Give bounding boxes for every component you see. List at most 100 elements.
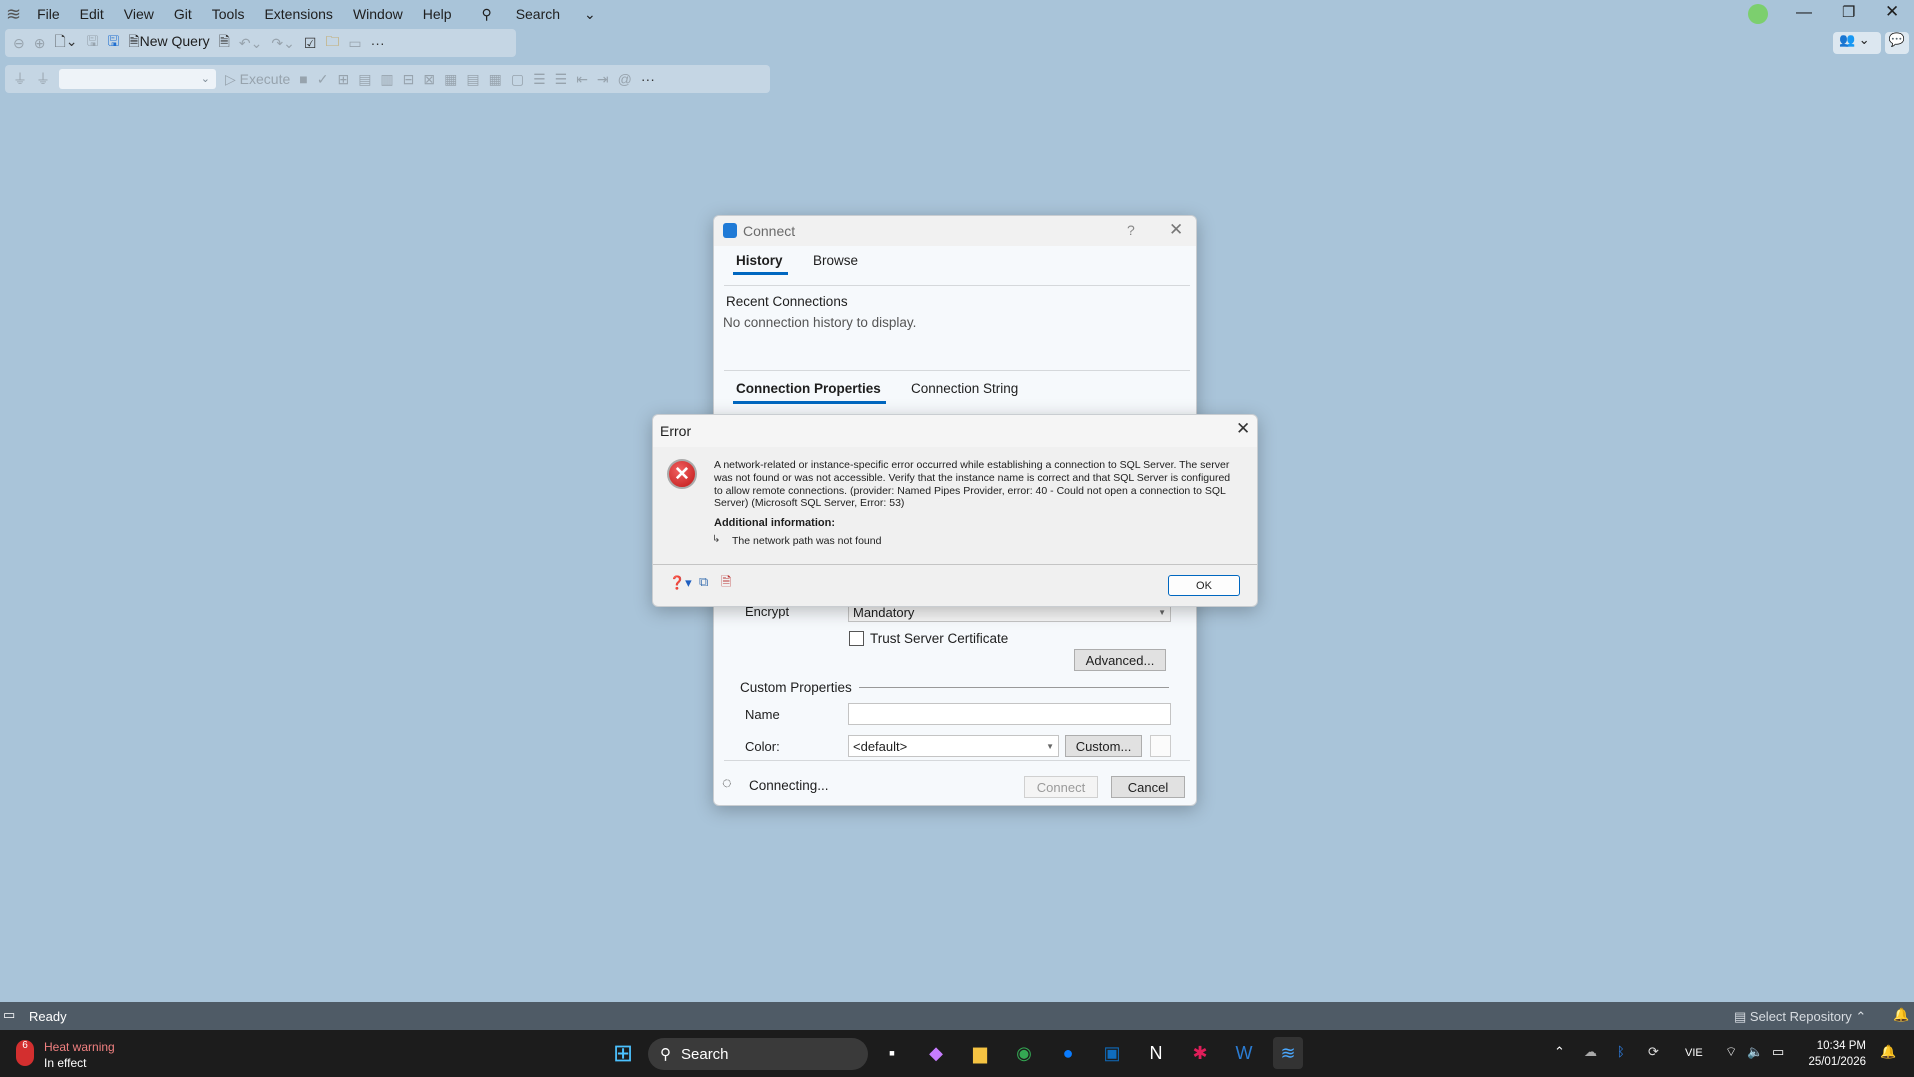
- additional-info-title: Additional information:: [714, 517, 835, 529]
- connect-title: Connect: [743, 223, 796, 239]
- volume-icon[interactable]: 🔈: [1747, 1044, 1763, 1060]
- slack-icon[interactable]: ✱: [1185, 1037, 1215, 1069]
- spinner-icon: ◌: [722, 775, 732, 792]
- notification-bell-icon[interactable]: 🔔: [1893, 1007, 1909, 1023]
- redo-icon[interactable]: ↷⌄: [271, 35, 294, 52]
- results-file-icon[interactable]: ▢: [511, 71, 524, 88]
- outlook-icon[interactable]: ▣: [1097, 1037, 1127, 1069]
- name-input[interactable]: [848, 703, 1171, 725]
- uncomment-icon[interactable]: ☰: [555, 71, 568, 88]
- trust-label[interactable]: Trust Server Certificate: [870, 631, 1008, 646]
- error-title: Error: [660, 423, 692, 439]
- menu-extensions[interactable]: Extensions: [254, 6, 342, 22]
- new-query-button[interactable]: 🗎New Query: [128, 31, 209, 55]
- tab-history[interactable]: History: [736, 253, 783, 268]
- tab-connection-string[interactable]: Connection String: [911, 381, 1018, 396]
- technical-details-icon[interactable]: 🗎: [721, 573, 731, 595]
- menu-help[interactable]: Help: [413, 6, 462, 22]
- more-icon[interactable]: ···: [371, 35, 385, 51]
- copilot-app-icon[interactable]: ◆: [921, 1037, 951, 1069]
- minimize-button[interactable]: —: [1796, 4, 1812, 22]
- forward-icon[interactable]: ⊕: [34, 35, 46, 52]
- outdent-icon[interactable]: ⇤: [576, 71, 588, 88]
- indent-icon[interactable]: ⇥: [597, 71, 609, 88]
- database-select[interactable]: ⌄: [59, 69, 216, 89]
- language-indicator[interactable]: VIE: [1685, 1047, 1703, 1059]
- new-file-icon[interactable]: 🗋⌄: [54, 31, 77, 55]
- sync-icon[interactable]: ⟳: [1648, 1044, 1659, 1060]
- app-logo-icon: ≋: [6, 3, 22, 24]
- client-stats-icon[interactable]: ▦: [444, 71, 457, 88]
- connect-icon[interactable]: ⏚: [13, 69, 27, 89]
- menu-window[interactable]: Window: [343, 6, 413, 22]
- feedback-button[interactable]: 💬: [1885, 32, 1909, 54]
- status-text: Ready: [29, 1009, 67, 1024]
- results-text-icon[interactable]: ▤: [466, 71, 479, 88]
- close-icon[interactable]: ✕: [1236, 419, 1250, 439]
- search-menu[interactable]: ⚲ Search ⌄: [462, 6, 616, 23]
- disconnect-icon[interactable]: ⏚: [36, 69, 50, 89]
- save-icon[interactable]: 🖫: [86, 31, 98, 55]
- live-stats-icon[interactable]: ⊠: [423, 71, 435, 88]
- tab-browse[interactable]: Browse: [813, 253, 858, 268]
- custom-color-button[interactable]: Custom...: [1065, 735, 1142, 757]
- close-window-button[interactable]: ✕: [1885, 2, 1899, 22]
- menu-tools[interactable]: Tools: [202, 6, 255, 22]
- results-grid2-icon[interactable]: ▦: [489, 71, 502, 88]
- close-icon[interactable]: ✕: [1169, 220, 1183, 240]
- zalo-icon[interactable]: ●: [1053, 1037, 1083, 1069]
- connect-button[interactable]: Connect: [1024, 776, 1098, 798]
- help-button[interactable]: ?: [1127, 222, 1135, 238]
- stop-icon[interactable]: ■: [299, 71, 307, 87]
- tray-chevron-icon[interactable]: ⌃: [1554, 1044, 1565, 1060]
- actual-plan-icon[interactable]: ⊟: [403, 71, 415, 88]
- menu-file[interactable]: File: [27, 6, 70, 22]
- help-dropdown-icon[interactable]: ❓▾: [669, 575, 692, 591]
- restore-button[interactable]: ❐: [1842, 3, 1855, 21]
- more-icon[interactable]: ···: [641, 71, 655, 87]
- windows-start-icon[interactable]: ⊞: [608, 1037, 638, 1069]
- copy-icon[interactable]: ⧉: [699, 574, 708, 590]
- tab-connection-properties[interactable]: Connection Properties: [736, 381, 881, 396]
- word-icon[interactable]: W: [1229, 1037, 1259, 1069]
- parse-icon[interactable]: ✓: [317, 71, 329, 88]
- execute-button[interactable]: ▷ Execute: [225, 71, 290, 88]
- plan-icon[interactable]: ⊞: [337, 71, 349, 88]
- results-grid-icon[interactable]: ▥: [380, 71, 393, 88]
- results-icon[interactable]: ▤: [358, 71, 371, 88]
- notion-icon[interactable]: N: [1141, 1037, 1171, 1069]
- template-param-icon[interactable]: @: [618, 71, 632, 87]
- onedrive-icon[interactable]: ☁: [1584, 1044, 1597, 1060]
- weather-widget[interactable]: 6 Heat warning In effect: [14, 1036, 134, 1072]
- file-explorer-icon[interactable]: ▆: [965, 1037, 995, 1069]
- trust-checkbox[interactable]: [849, 631, 864, 646]
- ssms-taskbar-icon[interactable]: ≋: [1273, 1037, 1303, 1069]
- search-label: Search: [515, 5, 561, 22]
- chrome-icon[interactable]: ◉: [1009, 1037, 1039, 1069]
- template-icon[interactable]: ▭: [348, 35, 361, 52]
- comment-icon[interactable]: ☰: [533, 71, 546, 88]
- menu-view[interactable]: View: [114, 6, 164, 22]
- task-view-icon[interactable]: ▪: [877, 1037, 907, 1069]
- wifi-icon[interactable]: ⌔: [1725, 1044, 1737, 1060]
- back-icon[interactable]: ⊖: [13, 35, 25, 52]
- taskbar-search[interactable]: ⚲ Search: [648, 1038, 868, 1070]
- menu-git[interactable]: Git: [164, 6, 202, 22]
- save-all-icon[interactable]: 🖫: [107, 31, 119, 55]
- query-file-icon[interactable]: 🗎: [219, 31, 230, 55]
- object-explorer-icon[interactable]: 🗀: [325, 31, 339, 55]
- bluetooth-icon[interactable]: ᛒ: [1617, 1044, 1625, 1059]
- clock[interactable]: 10:34 PM 25/01/2026: [1806, 1038, 1866, 1070]
- live-share-button[interactable]: 👥 ⌄: [1833, 32, 1881, 54]
- ok-button[interactable]: OK: [1168, 575, 1240, 596]
- undo-icon[interactable]: ↶⌄: [239, 35, 262, 52]
- cancel-button[interactable]: Cancel: [1111, 776, 1185, 798]
- advanced-button[interactable]: Advanced...: [1074, 649, 1166, 671]
- activity-monitor-icon[interactable]: ☑: [304, 35, 317, 52]
- notification-icon[interactable]: 🔔: [1880, 1044, 1896, 1060]
- color-select[interactable]: <default> ▼: [848, 735, 1059, 757]
- select-repository-button[interactable]: ▤ Select Repository ⌃: [1734, 1009, 1866, 1025]
- battery-icon[interactable]: ▭: [1772, 1044, 1784, 1060]
- copilot-icon[interactable]: [1748, 4, 1768, 24]
- menu-edit[interactable]: Edit: [70, 6, 114, 22]
